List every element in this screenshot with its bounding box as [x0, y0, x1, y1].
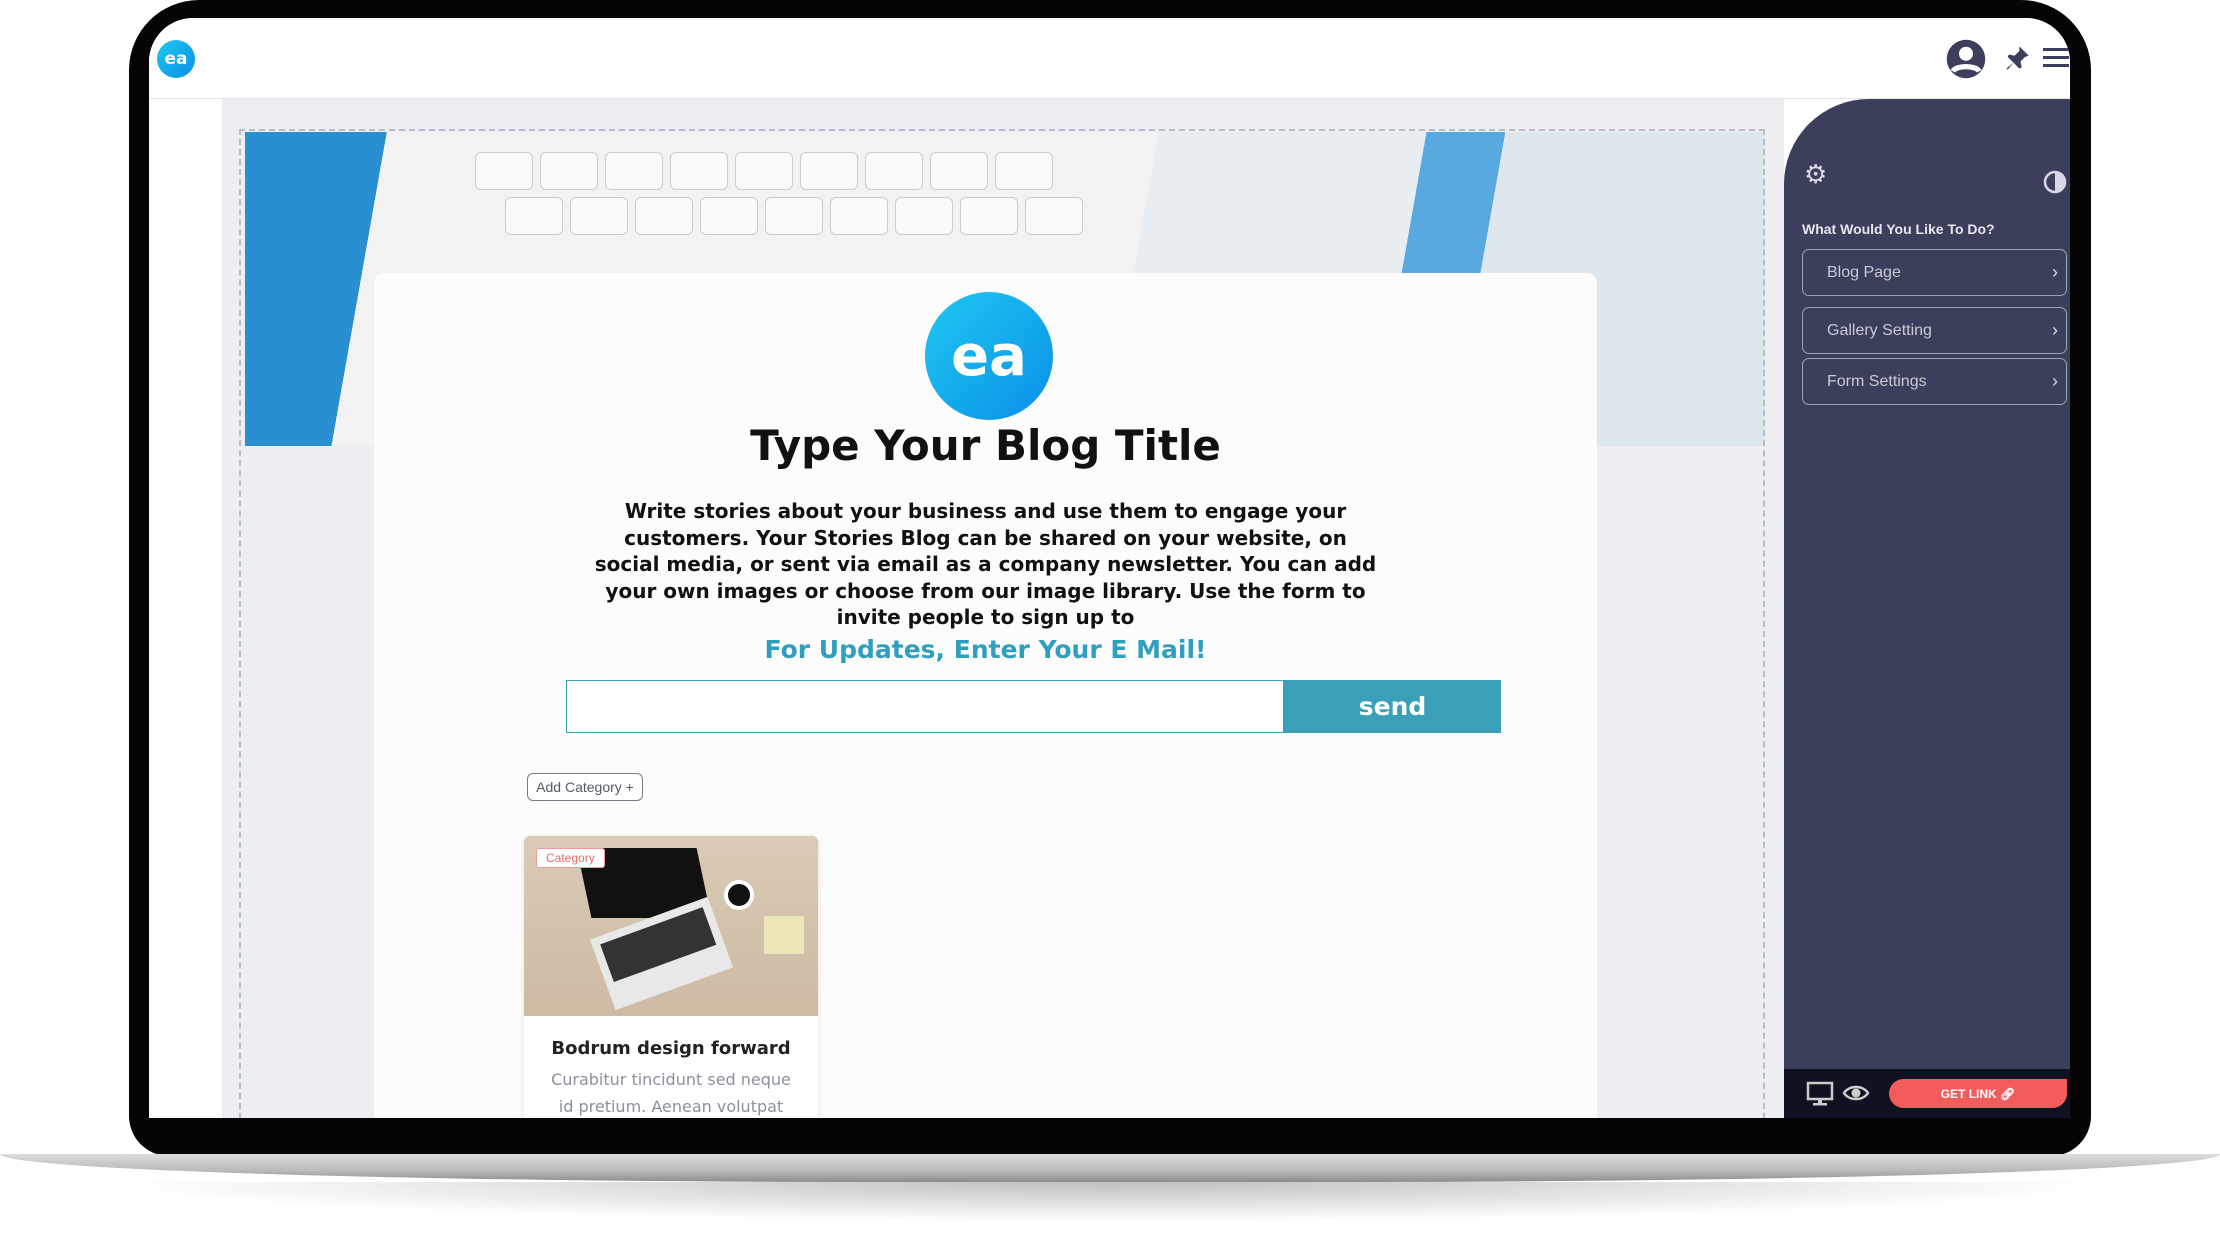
category-badge[interactable]: Category [536, 848, 605, 868]
desktop-preview-icon[interactable] [1806, 1081, 1834, 1107]
sidebar-item-gallery-setting[interactable]: Gallery Setting › [1802, 307, 2067, 354]
blog-logo-text: ea [951, 323, 1027, 389]
sidebar-item-blog-page[interactable]: Blog Page › [1802, 249, 2067, 296]
post-excerpt: Curabitur tincidunt sed neque id pretium… [551, 1070, 791, 1116]
user-circle-icon[interactable] [1945, 38, 1987, 80]
get-link-label: GET LINK [1940, 1086, 1997, 1101]
laptop-shadow [100, 1182, 2120, 1222]
sidebar-heading: What Would You Like To Do? [1802, 221, 1995, 237]
logo-text: ea [164, 49, 188, 69]
gear-icon[interactable]: ⚙ [1804, 159, 1827, 190]
top-bar: ea [149, 18, 2070, 99]
pin-icon[interactable] [2003, 44, 2031, 72]
link-icon: 🔗︎ [2000, 1086, 2016, 1101]
email-input[interactable] [566, 680, 1284, 733]
send-button[interactable]: send [1284, 680, 1501, 733]
app-screen: ea ea Type Your Blog Title Write stories… [149, 18, 2070, 1118]
chevron-right-icon: › [2052, 371, 2058, 391]
settings-sidebar: ⚙ What Would You Like To Do? Blog Page › … [1784, 99, 2070, 1069]
sidebar-item-form-settings[interactable]: Form Settings › [1802, 358, 2067, 405]
sidebar-footer: GET LINK 🔗︎ [1784, 1069, 2070, 1118]
eye-icon[interactable] [1842, 1083, 1870, 1103]
sidebar-item-label: Form Settings [1827, 372, 1927, 390]
sidebar-item-label: Gallery Setting [1827, 321, 1932, 339]
post-title[interactable]: Bodrum design forward [524, 1038, 818, 1059]
add-category-button[interactable]: Add Category + [527, 773, 643, 801]
get-link-button[interactable]: GET LINK 🔗︎ [1889, 1079, 2067, 1108]
blog-logo: ea [925, 292, 1053, 420]
menu-icon[interactable] [2043, 46, 2069, 70]
signup-heading: For Updates, Enter Your E Mail! [764, 635, 1207, 664]
editor-canvas: ea Type Your Blog Title Write stories ab… [222, 99, 1784, 1118]
laptop-base [0, 1154, 2220, 1182]
chevron-right-icon: › [2052, 320, 2058, 340]
chevron-right-icon: › [2052, 262, 2058, 282]
contrast-icon[interactable] [2043, 170, 2067, 194]
blog-description[interactable]: Write stories about your business and us… [594, 498, 1377, 631]
sidebar-item-label: Blog Page [1827, 263, 1901, 281]
app-logo[interactable]: ea [157, 40, 195, 78]
blog-post-card[interactable]: Category Bodrum design forward Curabitur… [524, 836, 818, 1118]
blog-title[interactable]: Type Your Blog Title [374, 421, 1597, 470]
blog-card: ea Type Your Blog Title Write stories ab… [374, 273, 1597, 1118]
